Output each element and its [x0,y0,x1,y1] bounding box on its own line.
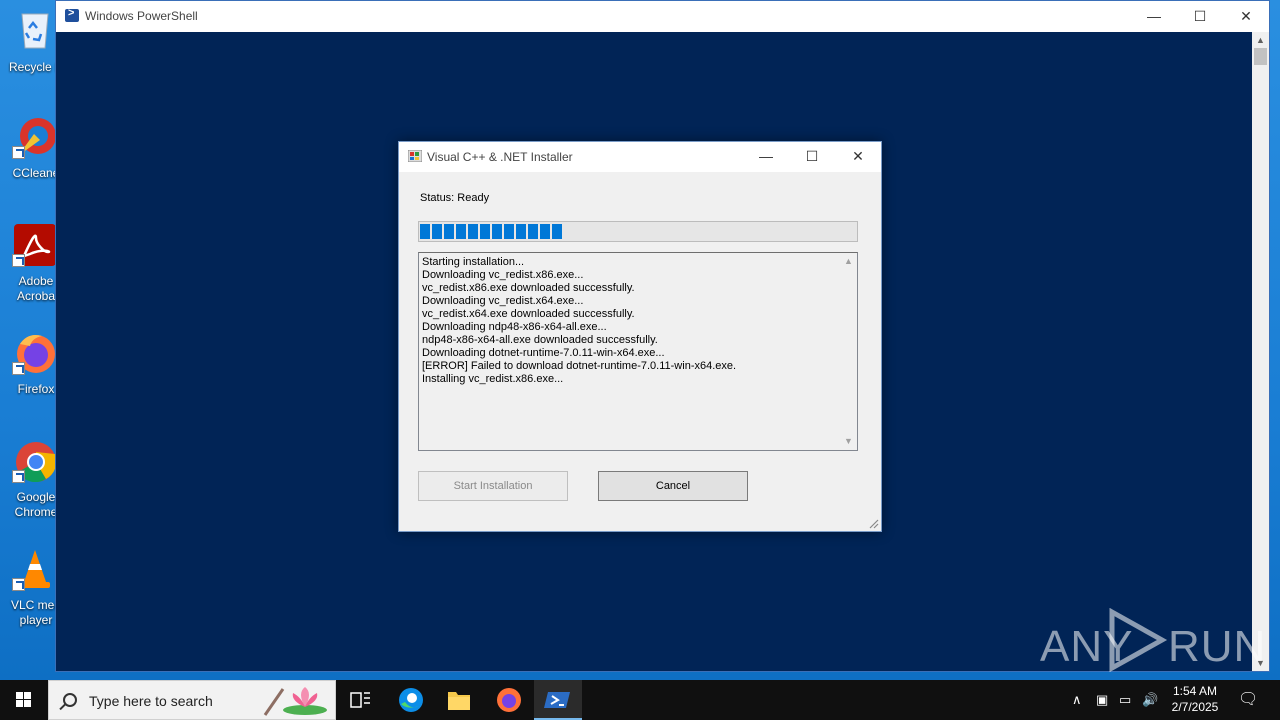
log-lines: Starting installation... Downloading vc_r… [422,256,840,386]
log-scrollbar[interactable]: ▲ ▼ [840,253,857,450]
shortcut-arrow-icon [12,470,25,483]
powershell-icon [65,7,79,22]
dialog-minimize-button[interactable]: — [743,142,789,172]
minimize-button[interactable]: — [1131,1,1177,32]
desktop: Recycle B CCleane Adobe Acroba Firefox G… [0,0,1280,680]
windows-logo-icon [16,692,31,707]
start-installation-button[interactable]: Start Installation [418,471,568,501]
powershell-icon [544,692,570,708]
progress-block [444,224,454,239]
scroll-up-arrow-icon[interactable]: ▲ [1252,32,1269,48]
dialog-close-button[interactable]: ✕ [835,142,881,172]
edge-icon [399,688,423,712]
anyrun-watermark: ANY RUN [1040,608,1265,672]
network-icon[interactable]: ▭ [1119,692,1131,708]
log-scroll-down-icon[interactable]: ▼ [840,433,857,450]
clock-time: 1:54 AM [1172,684,1218,698]
dialog-maximize-button[interactable]: ☐ [789,142,835,172]
taskbar-firefox[interactable] [485,680,533,720]
search-placeholder: Type here to search [89,693,213,709]
play-triangle-icon [1109,608,1168,672]
task-view-icon [350,692,370,708]
watermark-text-right: RUN [1168,622,1267,671]
progress-block [540,224,550,239]
progress-block [492,224,502,239]
shortcut-arrow-icon [12,362,25,375]
dialog-titlebar[interactable]: Visual C++ & .NET Installer — ☐ ✕ [399,142,881,172]
search-box[interactable]: Type here to search [48,680,336,720]
log-line: vc_redist.x64.exe downloaded successfull… [422,308,635,320]
taskbar-edge[interactable] [387,680,435,720]
log-line: Downloading vc_redist.x64.exe... [422,295,584,307]
log-scroll-up-icon[interactable]: ▲ [840,253,857,270]
shortcut-arrow-icon [12,578,25,591]
log-textbox[interactable]: Starting installation... Downloading vc_r… [418,252,858,451]
firefox-icon [497,688,521,712]
taskbar-file-explorer[interactable] [435,680,483,720]
dialog-title: Visual C++ & .NET Installer [427,150,573,164]
shortcut-arrow-icon [12,254,25,267]
maximize-button[interactable]: ☐ [1177,1,1223,32]
start-button[interactable] [0,680,48,720]
scrollbar-thumb[interactable] [1254,48,1267,65]
recycle-bin-icon [21,13,49,49]
log-line: Downloading dotnet-runtime-7.0.11-win-x6… [422,347,665,359]
notification-center-icon[interactable]: 🗨 [1238,689,1258,709]
log-line: [ERROR] Failed to download dotnet-runtim… [422,360,737,372]
task-view-button[interactable] [336,680,384,720]
taskbar-powershell[interactable] [534,680,582,720]
taskbar: Type here to search ∧ ▣ ▭ 🔊 1:54 AM 2/7/… [0,680,1280,720]
close-button[interactable]: ✕ [1223,1,1269,32]
progress-block [468,224,478,239]
vertical-scrollbar[interactable]: ▲ ▼ [1252,32,1269,671]
clock-date: 2/7/2025 [1171,700,1219,714]
status-label: Status: Ready [420,192,490,204]
resize-grip-icon[interactable] [867,517,879,529]
volume-icon[interactable]: 🔊 [1142,692,1158,708]
progress-block [420,224,430,239]
cancel-button[interactable]: Cancel [598,471,748,501]
meet-now-icon[interactable]: ▣ [1096,692,1108,708]
log-line: ndp48-x86-x64-all.exe downloaded success… [422,334,658,346]
log-line: Starting installation... [422,256,525,268]
progress-block [504,224,514,239]
show-hidden-icons-chevron-icon[interactable]: ∧ [1072,692,1082,708]
progress-block [516,224,526,239]
folder-icon [448,692,470,710]
progress-bar [418,221,858,242]
log-line: Installing vc_redist.x86.exe... [422,373,564,385]
progress-block [480,224,490,239]
progress-block [456,224,466,239]
progress-block [528,224,538,239]
log-line: Downloading ndp48-x86-x64-all.exe... [422,321,607,333]
powershell-titlebar[interactable]: Windows PowerShell — ☐ ✕ [56,1,1269,32]
log-line: vc_redist.x86.exe downloaded successfull… [422,282,635,294]
progress-block [552,224,562,239]
installer-app-icon [408,150,422,162]
progress-block [432,224,442,239]
log-line: Downloading vc_redist.x86.exe... [422,269,584,281]
shortcut-arrow-icon [12,146,25,159]
search-icon [63,693,77,707]
search-highlight-lotus-icon [263,687,327,716]
window-title: Windows PowerShell [85,9,198,23]
installer-dialog[interactable]: Visual C++ & .NET Installer — ☐ ✕ Status… [398,141,882,532]
taskbar-clock[interactable]: 1:54 AM 2/7/2025 [1160,683,1230,715]
